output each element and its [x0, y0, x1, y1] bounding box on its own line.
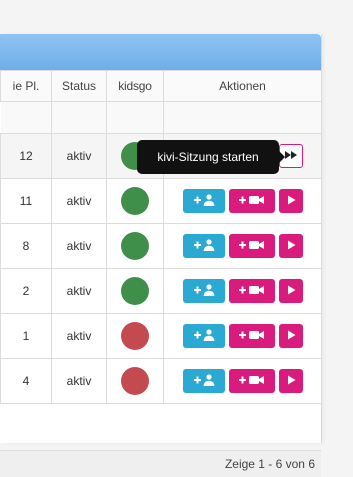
indicator-cell — [106, 358, 164, 404]
play-button[interactable] — [278, 234, 303, 258]
add-video-icon — [237, 328, 267, 345]
sessions-panel: ie Pl. Status kidsgo Aktionen 12 aktiv 11 a… — [0, 34, 322, 477]
filter-cell-actions — [163, 101, 322, 134]
table-body: 12 aktiv 11 aktiv 8 aktiv 2 aktiv 1 aktiv 4 aktiv — [0, 133, 322, 404]
play-button[interactable] — [278, 369, 303, 393]
add-user-icon — [191, 238, 217, 255]
pagination-info: Zeige 1 - 6 von 6 — [0, 450, 321, 477]
add-video-icon — [237, 373, 267, 390]
panel-header-bar — [0, 34, 321, 70]
status-cell: aktiv — [51, 313, 107, 359]
add-participant-button[interactable] — [182, 279, 225, 303]
status-indicator-dot — [121, 367, 149, 395]
filter-row — [0, 101, 322, 134]
filter-cell-status[interactable] — [51, 101, 107, 134]
play-button[interactable] — [278, 279, 303, 303]
status-cell: aktiv — [51, 178, 107, 224]
add-video-icon — [237, 193, 267, 210]
places-cell: 8 — [0, 223, 52, 269]
column-header-places[interactable]: ie Pl. — [0, 70, 52, 102]
actions-cell — [163, 223, 322, 269]
add-video-button[interactable] — [228, 279, 275, 303]
status-cell: aktiv — [51, 223, 107, 269]
fast-forward-icon — [284, 150, 298, 163]
add-video-button[interactable] — [228, 234, 275, 258]
actions-cell — [163, 178, 322, 224]
indicator-cell — [106, 268, 164, 314]
status-indicator-dot — [121, 277, 149, 305]
add-video-icon — [237, 283, 267, 300]
column-header-status[interactable]: Status — [51, 70, 107, 102]
table-row: 1 aktiv — [0, 313, 322, 359]
status-cell: aktiv — [51, 133, 107, 179]
places-cell: 1 — [0, 313, 52, 359]
table-row: 4 aktiv — [0, 358, 322, 404]
add-video-button[interactable] — [228, 324, 275, 348]
add-video-icon — [237, 238, 267, 255]
add-user-icon — [191, 328, 217, 345]
add-participant-button[interactable] — [182, 234, 225, 258]
add-participant-button[interactable] — [182, 369, 225, 393]
filter-cell-kidsgo[interactable] — [106, 101, 164, 134]
add-user-icon — [191, 373, 217, 390]
indicator-cell — [106, 223, 164, 269]
places-cell: 12 — [0, 133, 52, 179]
table-row: 2 aktiv — [0, 268, 322, 314]
table-header-row: ie Pl. Status kidsgo Aktionen — [0, 70, 322, 102]
add-video-button[interactable] — [228, 189, 275, 213]
status-indicator-dot — [121, 232, 149, 260]
status-cell: aktiv — [51, 358, 107, 404]
add-video-button[interactable] — [228, 369, 275, 393]
column-header-actions: Aktionen — [163, 70, 322, 102]
sessions-table: ie Pl. Status kidsgo Aktionen 12 aktiv 11 a… — [0, 70, 322, 404]
add-user-icon — [191, 283, 217, 300]
start-session-tooltip: kivi-Sitzung starten — [137, 140, 285, 174]
play-button[interactable] — [278, 324, 303, 348]
play-icon — [285, 284, 297, 299]
actions-cell — [163, 268, 322, 314]
table-row: 11 aktiv — [0, 178, 322, 224]
places-cell: 4 — [0, 358, 52, 404]
add-participant-button[interactable] — [182, 324, 225, 348]
column-header-kidsgo[interactable]: kidsgo — [106, 70, 164, 102]
filter-cell-places[interactable] — [0, 101, 52, 134]
play-icon — [285, 329, 297, 344]
actions-cell — [163, 313, 322, 359]
add-participant-button[interactable] — [182, 189, 225, 213]
play-icon — [285, 239, 297, 254]
indicator-cell — [106, 313, 164, 359]
play-button[interactable] — [278, 189, 303, 213]
table-row: 8 aktiv — [0, 223, 322, 269]
actions-cell — [163, 358, 322, 404]
indicator-cell — [106, 178, 164, 224]
play-icon — [285, 374, 297, 389]
play-icon — [285, 194, 297, 209]
places-cell: 2 — [0, 268, 52, 314]
add-user-icon — [191, 193, 217, 210]
status-cell: aktiv — [51, 268, 107, 314]
status-indicator-dot — [121, 187, 149, 215]
places-cell: 11 — [0, 178, 52, 224]
status-indicator-dot — [121, 322, 149, 350]
